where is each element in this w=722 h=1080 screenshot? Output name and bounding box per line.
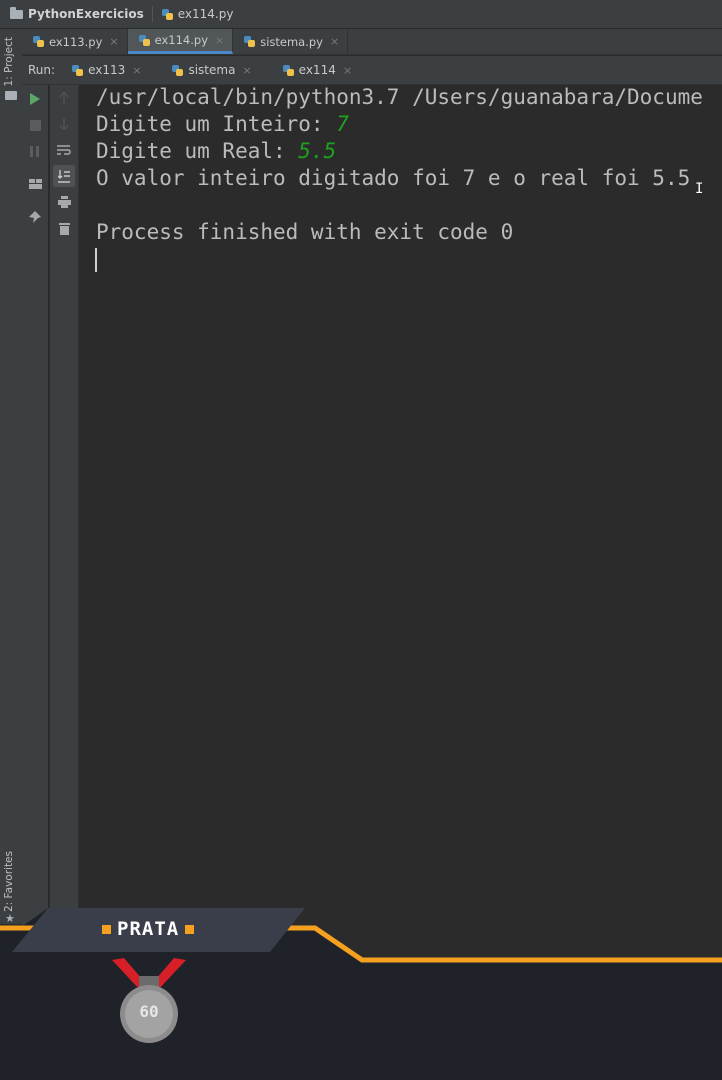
- badge-square-right: [185, 924, 195, 934]
- play-icon: [30, 93, 40, 105]
- layout-button[interactable]: [26, 175, 44, 193]
- close-icon[interactable]: ×: [242, 64, 251, 77]
- left-tool-strip: 1: Project 2: Favorites ★: [0, 29, 23, 925]
- python-file-icon: [243, 35, 256, 48]
- tab-label: ex113.py: [49, 34, 103, 49]
- scroll-down-button[interactable]: [55, 115, 73, 133]
- console-exit-line: Process finished with exit code 0: [96, 220, 514, 244]
- run-tab-sistema[interactable]: sistema ×: [171, 63, 252, 77]
- close-icon[interactable]: ×: [109, 35, 118, 48]
- python-run-icon: [171, 64, 184, 77]
- project-folder-icon: [5, 91, 17, 100]
- console-output[interactable]: /usr/local/bin/python3.7 /Users/guanabar…: [79, 85, 722, 925]
- project-tool-button[interactable]: 1: Project: [3, 37, 15, 86]
- breadcrumb-separator: [151, 6, 153, 22]
- breadcrumb-file[interactable]: ex114.py: [161, 7, 234, 21]
- tab-ex113[interactable]: ex113.py ×: [22, 29, 128, 54]
- trash-icon: [58, 222, 70, 235]
- layout-icon: [28, 179, 42, 189]
- run-tab-ex113[interactable]: ex113 ×: [71, 63, 141, 77]
- tab-ex114[interactable]: ex114.py ×: [127, 29, 234, 54]
- pin-icon: [29, 211, 41, 223]
- run-label: Run:: [28, 63, 56, 77]
- console-line-int: Digite um Inteiro: 7: [96, 112, 349, 136]
- print-button[interactable]: [55, 193, 73, 211]
- python-file-icon: [32, 35, 45, 48]
- prompt-real: Digite um Real:: [96, 139, 299, 163]
- project-tool-label: 1: Project: [3, 37, 15, 87]
- console-result-line: O valor inteiro digitado foi 7 e o real …: [96, 166, 691, 190]
- folder-icon: [10, 6, 23, 19]
- python-file-icon: [138, 34, 151, 47]
- scroll-up-button[interactable]: [55, 89, 73, 107]
- user-input-real: 5.5: [298, 139, 337, 163]
- clear-all-button[interactable]: [55, 219, 73, 237]
- close-icon[interactable]: ×: [330, 35, 339, 48]
- close-icon[interactable]: ×: [215, 34, 224, 47]
- rerun-button[interactable]: [26, 90, 44, 108]
- arrow-up-icon: [59, 92, 69, 104]
- run-tab-label: sistema: [188, 63, 236, 77]
- soft-wrap-button[interactable]: [55, 141, 73, 159]
- breadcrumb-file-label: ex114.py: [177, 7, 234, 21]
- python-file-icon: [161, 8, 174, 21]
- badge-square-left: [102, 924, 111, 934]
- rank-label: PRATA: [96, 918, 200, 940]
- project-name: PythonExercicios: [28, 7, 144, 21]
- breadcrumb-project[interactable]: PythonExercicios: [10, 6, 144, 21]
- pause-icon: [30, 145, 39, 157]
- python-run-icon: [71, 64, 84, 77]
- print-icon: [57, 196, 71, 208]
- run-tool-bar: Run: ex113 × sistema × ex114 ×: [22, 56, 722, 85]
- medal-number: 60: [139, 1002, 159, 1021]
- user-input-int: 7: [336, 112, 349, 136]
- run-tab-label: ex113: [88, 63, 126, 77]
- console-command-line: /usr/local/bin/python3.7 /Users/guanabar…: [96, 85, 703, 109]
- run-tab-label: ex114: [298, 63, 336, 77]
- navigation-bar: PythonExercicios ex114.py: [0, 0, 722, 29]
- scroll-to-end-icon: [58, 169, 70, 183]
- text-caret: [95, 248, 97, 272]
- text-cursor-icon: I: [695, 181, 704, 197]
- console-actions-column: [50, 85, 79, 925]
- python-run-icon: [282, 64, 295, 77]
- close-icon[interactable]: ×: [132, 64, 141, 77]
- arrow-down-icon: [59, 118, 69, 130]
- stop-button[interactable]: [26, 116, 44, 134]
- tab-label: sistema.py: [260, 34, 323, 49]
- rank-text: PRATA: [117, 918, 180, 940]
- tab-sistema[interactable]: sistema.py ×: [233, 29, 349, 54]
- run-tab-ex114[interactable]: ex114 ×: [282, 63, 352, 77]
- pin-button[interactable]: [26, 208, 44, 226]
- stop-icon: [29, 119, 41, 131]
- console-line-real: Digite um Real: 5.5: [96, 139, 336, 163]
- pause-button[interactable]: [26, 142, 44, 160]
- editor-tabs: ex113.py × ex114.py × sistema.py ×: [22, 29, 722, 55]
- tab-label: ex114.py: [154, 33, 208, 47]
- close-icon[interactable]: ×: [343, 64, 352, 77]
- run-actions-column: [22, 85, 48, 925]
- soft-wrap-icon: [57, 145, 71, 155]
- scroll-to-end-button[interactable]: [53, 165, 75, 187]
- prompt-int: Digite um Inteiro:: [96, 112, 337, 136]
